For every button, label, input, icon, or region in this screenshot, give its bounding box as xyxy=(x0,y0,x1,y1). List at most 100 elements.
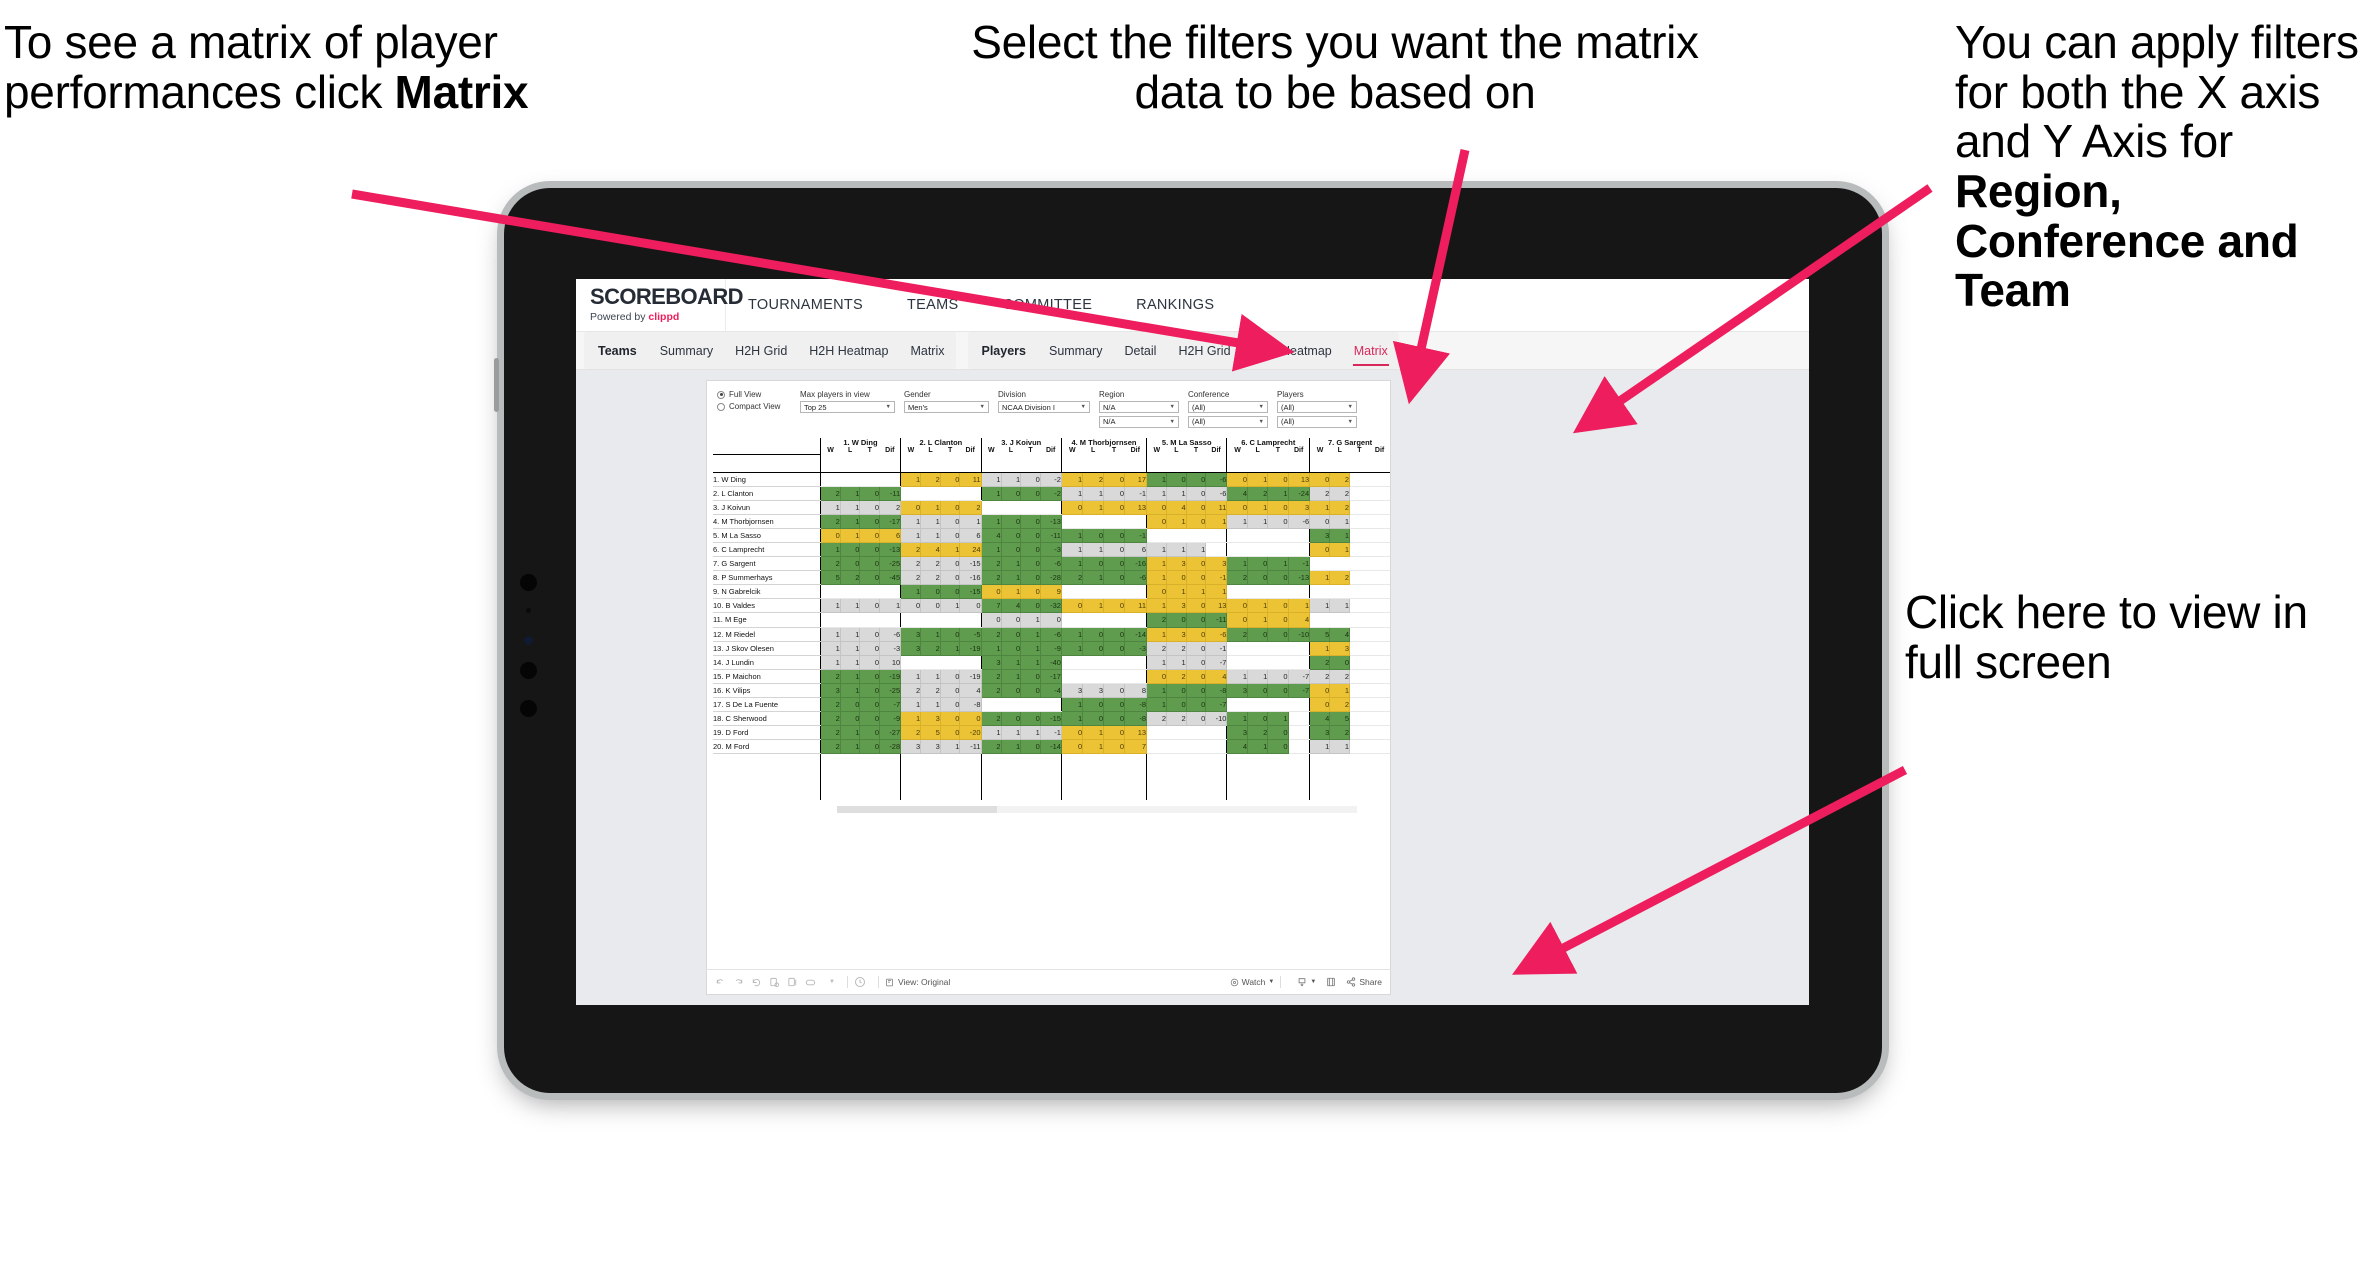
share-button[interactable]: Share xyxy=(1346,977,1382,987)
radio-compact-view[interactable]: Compact View xyxy=(717,402,791,411)
matrix-cell: -10 xyxy=(1205,711,1228,727)
brand-logo[interactable]: SCOREBOARD Powered by clippd xyxy=(576,279,744,331)
matrix-row[interactable]: 16. K Vilips 3 1 0 -25 2 2 0 4 2 0 0 -4 3 3 0 8 1 0 0 -8 3 0 0-… xyxy=(713,682,1390,699)
matrix-cell: 3 xyxy=(900,739,922,755)
matrix-row[interactable]: 4. M Thorbjornsen 2 1 0 -17 1 1 0 1 1 0 0 -13 0 1 0 1 1 1 0… xyxy=(713,513,1390,529)
matrix-cell: 1 xyxy=(939,598,961,614)
select-max-players[interactable]: Top 25 ▼ xyxy=(800,401,895,413)
filter-division: Division NCAA Division I ▼ xyxy=(998,390,1090,430)
matrix-row[interactable]: 10. B Valdes 1 1 0 1 0 0 1 0 7 4 0 -32 0 1 0 11 1 3 0 13 0 1 0 1… xyxy=(713,598,1390,614)
matrix-row[interactable]: 15. P Maichon 2 1 0 -19 1 1 0 -19 2 1 0 -17 0 2 0 4 1 1 0 -7… xyxy=(713,668,1390,684)
matrix-cell-empty xyxy=(940,655,960,670)
matrix-cell: -45 xyxy=(878,570,902,586)
matrix-cell: 13 xyxy=(1205,598,1228,614)
matrix-row[interactable]: 7. G Sargent 2 0 0 -25 2 2 0 -15 2 1 0 -6 1 0 0 -16 1 3 0 3 1… xyxy=(713,556,1390,572)
matrix-cell: 0 xyxy=(1267,612,1289,628)
matrix-row[interactable]: 19. D Ford 2 1 0 -27 2 5 0 -20 1 1 1 -1 0 1 0 13 3 2 0 3 2 xyxy=(713,725,1390,741)
select-region-x[interactable]: N/A ▼ xyxy=(1099,401,1179,413)
annotation-fullscreen: Click here to view in full screen xyxy=(1905,586,2365,688)
tab-teams-h2h-heatmap[interactable]: H2H Heatmap xyxy=(798,332,899,369)
matrix-row[interactable]: 13. J Skov Olesen 1 1 0 -3 3 2 1 -19 1 0 1 -9 1 0 0 -3 2 2… xyxy=(713,640,1390,656)
matrix-cell: 0 xyxy=(1020,570,1041,586)
filter-division-label: Division xyxy=(998,390,1027,399)
tab-players-detail[interactable]: Detail xyxy=(1113,332,1167,369)
nav-item-committee[interactable]: COMMITTEE xyxy=(980,279,1114,331)
matrix-row[interactable]: 9. N Gabrelcik 1 0 0 -15 0 1 0 9 0 1 1 1 xyxy=(713,584,1390,600)
tab-players-h2h-heatmap[interactable]: H2H Heatmap xyxy=(1242,332,1343,369)
caret-down-icon[interactable]: ▼ xyxy=(823,979,841,985)
matrix-row[interactable]: 5. M La Sasso 0 1 0 6 1 1 0 6 4 0 0 -11 1 0 0 -1 3 1 xyxy=(713,527,1390,543)
matrix-cell: -1 xyxy=(1205,640,1228,656)
fullscreen-button[interactable] xyxy=(1326,977,1336,987)
matrix-row[interactable]: 17. S De La Fuente 2 0 0 -7 1 1 0 -8 1 0 0 -8 1 0 0 -7 0 2 xyxy=(713,696,1390,713)
select-conference-x[interactable]: (All) ▼ xyxy=(1188,401,1268,413)
matrix-tail-cell xyxy=(840,753,860,800)
download-button[interactable]: ▼ xyxy=(1297,977,1316,987)
revert-icon[interactable] xyxy=(751,977,769,988)
matrix-cell: 1 xyxy=(939,640,961,656)
rectangle-select-icon[interactable] xyxy=(805,977,823,988)
nav-item-teams[interactable]: TEAMS xyxy=(885,279,980,331)
nav-item-tournaments[interactable]: TOURNAMENTS xyxy=(726,279,885,331)
matrix-row[interactable]: 8. P Summerhays 5 2 0 -45 2 2 0 -16 2 1 0 -28 2 1 0 -6 1 0… xyxy=(713,570,1390,586)
radio-full-view[interactable]: Full View xyxy=(717,390,791,399)
matrix-tail-cell xyxy=(1247,753,1268,800)
select-division[interactable]: NCAA Division I ▼ xyxy=(998,401,1090,413)
matrix-column-header: 4. M Thorbjornsen xyxy=(1060,438,1147,447)
matrix-row[interactable]: 14. J Lundin 1 1 0 10 3 1 1 -40 1 1 0 -7 2 0 xyxy=(713,654,1390,670)
refresh-data-icon[interactable] xyxy=(769,977,787,988)
matrix-row[interactable]: 3. J Koivun 1 1 0 2 0 1 0 2 0 1 0 13 0 4 0 11 0 1 0 3 1 2 xyxy=(713,499,1390,515)
tablet-device: SCOREBOARD Powered by clippd TOURNAMENTS… xyxy=(494,188,1882,1093)
annotation-fullscreen-text: Click here to view in full screen xyxy=(1905,586,2308,688)
undo-icon[interactable] xyxy=(715,977,733,988)
pause-refresh-icon[interactable] xyxy=(787,977,805,988)
history-icon[interactable] xyxy=(854,976,872,988)
matrix-cell-empty xyxy=(1103,584,1125,600)
horizontal-scrollbar[interactable] xyxy=(837,805,1357,813)
matrix-cell: 1 xyxy=(980,513,1002,529)
matrix-cell: 0 xyxy=(1103,598,1126,614)
matrix-cell: 1 xyxy=(1146,485,1168,501)
nav-item-rankings[interactable]: RANKINGS xyxy=(1114,279,1236,331)
tab-teams-summary[interactable]: Summary xyxy=(649,332,724,369)
select-gender[interactable]: Men's ▼ xyxy=(904,401,989,413)
matrix-row[interactable]: 11. M Ege 0 0 1 0 2 0 0 -11 0 1 0 4 xyxy=(713,612,1390,628)
matrix-row[interactable]: 1. W Ding 1 2 0 11 1 1 0 -2 1 2 0 17 1 0 0 -6 0 1 0 13 0 2 xyxy=(713,471,1390,487)
matrix-cell: -7 xyxy=(878,696,902,713)
matrix-row[interactable]: 6. C Lamprecht 1 0 0 -13 2 4 1 24 1 0 0 -3 1 1 0 6 1 1 1 0 1 xyxy=(713,541,1390,558)
matrix-row[interactable]: 2. L Clanton 2 1 0 -11 1 0 0 -2 1 1 0 -1 1 1 0 -6 4 2 1 -24 2… xyxy=(713,485,1390,501)
matrix-cell-empty xyxy=(1329,612,1350,628)
matrix-row[interactable]: 18. C Sherwood 2 0 0 -9 1 3 0 0 2 0 0 -15 1 0 0 -8 2 2 0 -10… xyxy=(713,711,1390,727)
matrix-cell: 1 xyxy=(1000,570,1022,586)
redo-icon[interactable] xyxy=(733,977,751,988)
matrix-cell: 0 xyxy=(939,527,961,543)
matrix-cell: 0 xyxy=(939,626,961,642)
matrix-cell: -8 xyxy=(1205,682,1228,699)
matrix-cell: 1 xyxy=(980,471,1002,487)
select-region-y[interactable]: N/A ▼ xyxy=(1099,415,1179,428)
tab-players-matrix[interactable]: Matrix xyxy=(1343,332,1399,369)
chevron-down-icon: ▼ xyxy=(1268,979,1275,985)
tab-teams-h2h-grid[interactable]: H2H Grid xyxy=(724,332,798,369)
watch-button[interactable]: Watch ▼ xyxy=(1230,977,1275,987)
select-players-x[interactable]: (All) ▼ xyxy=(1277,401,1357,413)
matrix-tail-cell xyxy=(1082,753,1104,800)
matrix-cell: -19 xyxy=(959,668,982,684)
scrollbar-thumb[interactable] xyxy=(837,805,997,813)
view-original-button[interactable]: View: Original xyxy=(885,977,950,987)
tab-teams-matrix[interactable]: Matrix xyxy=(899,332,955,369)
select-players-y[interactable]: (All) ▼ xyxy=(1277,415,1357,428)
tab-players-h2h-grid[interactable]: H2H Grid xyxy=(1167,332,1241,369)
matrix-cell-empty xyxy=(1288,584,1310,600)
matrix-cell: 0 xyxy=(959,598,982,614)
matrix-cell: 1 xyxy=(1082,499,1105,515)
matrix-cell: 2 xyxy=(1146,711,1168,727)
matrix-cell: 1 xyxy=(819,626,841,642)
matrix-cell-empty xyxy=(1369,584,1390,600)
matrix-cell: 0 xyxy=(1103,696,1126,713)
select-conference-y[interactable]: (All) ▼ xyxy=(1188,415,1268,428)
matrix-row[interactable]: 20. M Ford 2 1 0 -28 3 3 1 -11 2 1 0 -14 0 1 0 7 4 1 0 1 1 xyxy=(713,739,1390,755)
matrix-row[interactable]: 12. M Riedel 1 1 0 -6 3 1 0 -5 2 0 1 -6 1 0 0 -14 1 3 0 -6 2 0… xyxy=(713,626,1390,642)
tab-players-summary[interactable]: Summary xyxy=(1038,332,1113,369)
matrix-cell: 1 xyxy=(839,668,861,684)
